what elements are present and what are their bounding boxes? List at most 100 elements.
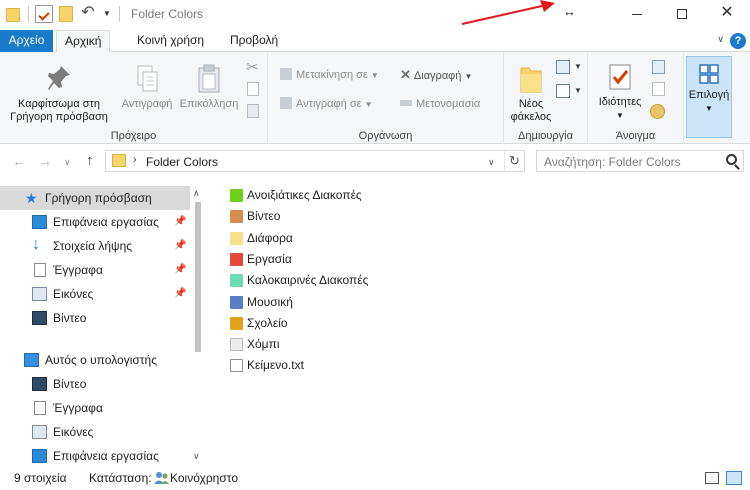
- clipboard-group-label: Πρόχειρο: [110, 130, 157, 142]
- file-name: Χόμπι: [247, 337, 280, 352]
- sidebar-item-this-pc[interactable]: Αυτός ο υπολογιστής: [0, 348, 190, 372]
- select-button[interactable]: Επιλογή ▼: [686, 56, 732, 138]
- file-name: Εργασία: [247, 251, 292, 266]
- move-to-button[interactable]: Μετακίνηση σε ▼: [280, 66, 379, 84]
- properties-label: Ιδιότητες: [598, 96, 642, 108]
- file-name: Ανοιξιάτικες Διακοπές: [247, 188, 362, 202]
- folder-icon: [230, 316, 243, 330]
- pictures-icon: [32, 287, 47, 301]
- sidebar-item-label: Βίντεο: [53, 377, 87, 391]
- details-view-icon[interactable]: [705, 472, 719, 484]
- file-name: Κείμενο.txt: [247, 358, 304, 373]
- folder-icon: [230, 274, 243, 288]
- sidebar-item-documents[interactable]: Έγγραφα: [0, 396, 190, 420]
- scroll-down-icon[interactable]: ∨: [193, 451, 200, 462]
- chevron-down-icon[interactable]: ▼: [574, 62, 582, 71]
- resize-cursor: ↔: [563, 4, 576, 19]
- tab-home[interactable]: Αρχική: [56, 30, 111, 53]
- easy-access-icon[interactable]: [556, 84, 570, 98]
- paste-shortcut-icon[interactable]: [247, 104, 259, 118]
- sidebar-item-quick-access[interactable]: ★ Γρήγορη πρόσβαση: [0, 186, 190, 210]
- search-icon[interactable]: [726, 154, 737, 165]
- up-arrow-icon[interactable]: ↑: [86, 152, 94, 169]
- tab-view[interactable]: Προβολή: [222, 30, 286, 52]
- large-icons-view-icon[interactable]: [726, 471, 742, 485]
- new-group: Νέος φάκελος ▼ ▼ Δημιουργία: [504, 52, 588, 144]
- new-item-icon[interactable]: [556, 60, 570, 74]
- edit-icon[interactable]: [652, 82, 665, 96]
- chevron-down-icon: ▼: [370, 71, 379, 80]
- chevron-down-icon[interactable]: ∨: [717, 34, 724, 45]
- help-icon[interactable]: ?: [730, 33, 746, 49]
- scrollbar-thumb[interactable]: [195, 202, 201, 352]
- sidebar-item-videos[interactable]: Βίντεο: [0, 306, 190, 330]
- rename-button[interactable]: Μετονομασία: [400, 95, 480, 113]
- address-path[interactable]: Folder Colors: [146, 155, 218, 169]
- scroll-up-icon[interactable]: ∧: [193, 188, 200, 199]
- tab-share[interactable]: Κοινή χρήση: [129, 30, 212, 52]
- open-icon[interactable]: [652, 60, 665, 74]
- copy-to-button[interactable]: Αντιγραφή σε ▼: [280, 95, 373, 113]
- text-file-icon: [230, 359, 243, 373]
- properties-button[interactable]: Ιδιότητες ▼: [592, 62, 648, 122]
- new-folder-button[interactable]: Νέος φάκελος: [508, 62, 554, 124]
- breadcrumb-chevron-icon[interactable]: ›: [133, 154, 137, 166]
- download-icon: ↓: [32, 236, 40, 253]
- close-button[interactable]: ✕: [704, 0, 750, 28]
- cut-icon[interactable]: ✂: [246, 58, 259, 76]
- videos-icon: [32, 377, 47, 391]
- pin-icon[interactable]: 📌: [174, 258, 186, 282]
- pin-to-quick-access-button[interactable]: Καρφίτσωμα στη Γρήγορη πρόσβαση: [6, 64, 112, 124]
- sidebar-scrollbar[interactable]: ∧ ∨: [190, 186, 206, 464]
- item-count: 9 στοιχεία: [14, 471, 67, 485]
- copy-button[interactable]: Αντιγραφή: [114, 64, 180, 111]
- file-name: Μουσική: [247, 294, 293, 309]
- delete-button[interactable]: ✕ Διαγραφή ▼: [400, 66, 472, 84]
- sidebar-item-videos[interactable]: Βίντεο: [0, 372, 190, 396]
- paste-label: Επικόλληση: [179, 98, 239, 110]
- chevron-down-icon: ▼: [364, 100, 373, 109]
- pin-icon[interactable]: 📌: [174, 234, 186, 258]
- sidebar-item-documents[interactable]: Έγγραφα 📌: [0, 258, 190, 282]
- refresh-icon[interactable]: ↻: [504, 151, 524, 171]
- pin-icon[interactable]: 📌: [174, 210, 186, 234]
- sidebar-item-pictures[interactable]: Εικόνες: [0, 420, 190, 444]
- organize-group-label: Οργάνωση: [358, 130, 413, 142]
- sharing-state-value: Κοινόχρηστο: [170, 471, 238, 485]
- minimize-button[interactable]: [614, 0, 660, 28]
- toolbar-divider: [28, 6, 29, 22]
- pin-icon[interactable]: 📌: [174, 282, 186, 306]
- address-bar[interactable]: › Folder Colors ∨ ↻: [105, 150, 525, 172]
- pin-label-line2: Γρήγορη πρόσβαση: [10, 111, 108, 123]
- sidebar-item-pictures[interactable]: Εικόνες 📌: [0, 282, 190, 306]
- chevron-down-icon: ▼: [705, 104, 713, 113]
- star-icon: ★: [25, 190, 38, 206]
- undo-icon[interactable]: ↶: [79, 5, 97, 23]
- forward-arrow-icon[interactable]: →: [38, 153, 52, 169]
- maximize-button[interactable]: [659, 0, 705, 28]
- chevron-down-icon[interactable]: ∨: [488, 157, 495, 168]
- recent-locations-chevron-icon[interactable]: ∨: [64, 157, 71, 168]
- file-list: Ανοιξιάτικες Διακοπές Βίντεο Διάφορα Εργασί…: [222, 183, 742, 373]
- sidebar-item-desktop[interactable]: Επιφάνεια εργασίας: [0, 444, 190, 468]
- sidebar-item-downloads[interactable]: ↓ Στοιχεία λήψης 📌: [0, 234, 190, 258]
- new-group-label: Δημιουργία: [518, 130, 573, 142]
- customize-toolbar-chevron-icon[interactable]: ▼: [103, 5, 111, 23]
- paste-icon: [198, 64, 220, 93]
- sidebar-item-desktop[interactable]: Επιφάνεια εργασίας 📌: [0, 210, 190, 234]
- tab-file[interactable]: Αρχείο: [0, 30, 53, 52]
- copy-path-icon[interactable]: [247, 82, 259, 96]
- properties-icon[interactable]: [35, 5, 53, 23]
- select-grid-icon: [699, 64, 719, 84]
- back-arrow-icon[interactable]: ←: [12, 153, 26, 169]
- search-input[interactable]: Αναζήτηση: Folder Colors: [536, 150, 744, 172]
- history-icon[interactable]: [650, 104, 665, 119]
- title-bar: ↶ ▼ Folder Colors ↔ ✕: [0, 0, 750, 28]
- window-title: Folder Colors: [131, 7, 204, 21]
- copy-to-icon: [280, 97, 292, 109]
- file-name: Διάφορα: [247, 230, 293, 245]
- chevron-down-icon[interactable]: ▼: [574, 86, 582, 95]
- new-folder-icon[interactable]: [59, 6, 73, 22]
- toolbar-divider: [119, 6, 120, 22]
- paste-button[interactable]: Επικόλληση: [178, 64, 240, 111]
